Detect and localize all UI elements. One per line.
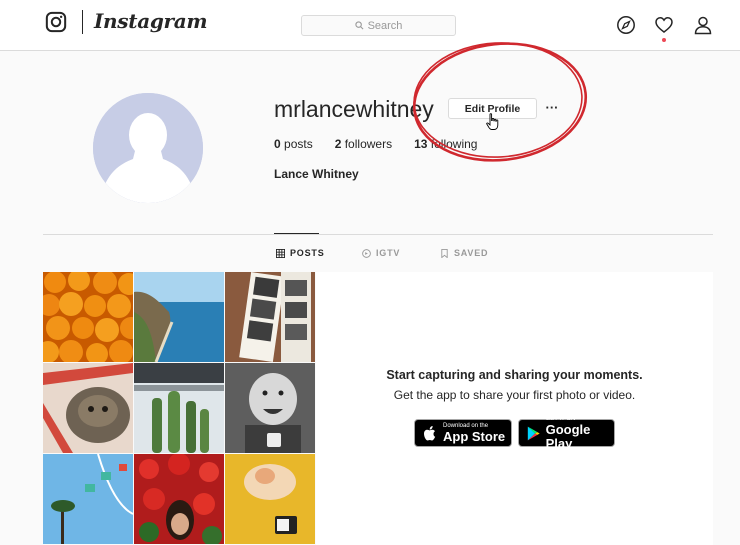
tab-igtv[interactable]: IGTV bbox=[362, 248, 400, 258]
tab-posts-label: POSTS bbox=[290, 248, 325, 258]
top-navigation: Instagram Search bbox=[0, 0, 740, 51]
search-icon bbox=[354, 21, 364, 30]
profile-full-name: Lance Whitney bbox=[274, 167, 359, 181]
tab-posts[interactable]: POSTS bbox=[276, 248, 325, 258]
app-store-big-text: App Store bbox=[443, 428, 506, 444]
more-options-button[interactable]: ··· bbox=[545, 98, 559, 118]
active-tab-indicator bbox=[274, 233, 319, 234]
grid-icon bbox=[276, 248, 285, 258]
get-app-panel: Start capturing and sharing your moments… bbox=[316, 272, 713, 545]
notification-dot bbox=[662, 38, 666, 42]
photo-baby bbox=[225, 363, 315, 453]
logo-divider bbox=[82, 10, 83, 34]
google-play-big-text: Google Play bbox=[545, 421, 591, 451]
app-store-button[interactable]: Download on the App Store bbox=[414, 419, 512, 447]
photo-dog bbox=[43, 363, 133, 453]
instagram-camera-icon[interactable] bbox=[45, 11, 67, 33]
tab-igtv-label: IGTV bbox=[376, 248, 401, 258]
photo-ferris-wheel bbox=[43, 454, 133, 544]
profile-stats: 0 posts 2 followers 13 following bbox=[274, 137, 499, 151]
search-input[interactable]: Search bbox=[301, 15, 456, 36]
following-link[interactable]: 13 following bbox=[414, 137, 477, 151]
hand-cursor-icon bbox=[486, 113, 499, 130]
avatar[interactable] bbox=[93, 93, 203, 203]
photo-cactus bbox=[134, 363, 224, 453]
promo-photo-grid bbox=[43, 272, 316, 545]
promo-title: Start capturing and sharing your moments… bbox=[386, 368, 643, 382]
compass-icon[interactable] bbox=[616, 15, 636, 35]
person-icon[interactable] bbox=[693, 15, 713, 35]
google-play-icon bbox=[527, 426, 540, 440]
search-placeholder: Search bbox=[367, 19, 403, 32]
tab-saved-label: SAVED bbox=[454, 248, 489, 258]
followers-link[interactable]: 2 followers bbox=[335, 137, 392, 151]
google-play-button[interactable]: GET IT ON Google Play bbox=[518, 416, 615, 450]
tab-saved[interactable]: SAVED bbox=[440, 248, 488, 258]
instagram-wordmark[interactable]: Instagram bbox=[94, 9, 208, 33]
igtv-icon bbox=[362, 248, 371, 258]
bookmark-icon bbox=[441, 248, 448, 258]
heart-icon[interactable] bbox=[654, 15, 674, 35]
posts-count: 0 posts bbox=[274, 137, 313, 151]
tabs-divider bbox=[43, 234, 713, 235]
default-avatar-icon bbox=[93, 93, 203, 203]
photo-oranges bbox=[43, 272, 133, 362]
promo-subtitle: Get the app to share your first photo or… bbox=[393, 388, 636, 402]
photo-photobooth bbox=[225, 272, 315, 362]
photo-flowers bbox=[134, 454, 224, 544]
apple-icon bbox=[424, 425, 436, 440]
photo-coastline bbox=[134, 272, 224, 362]
photo-cat bbox=[225, 454, 315, 544]
profile-username: mrlancewhitney bbox=[274, 96, 434, 122]
